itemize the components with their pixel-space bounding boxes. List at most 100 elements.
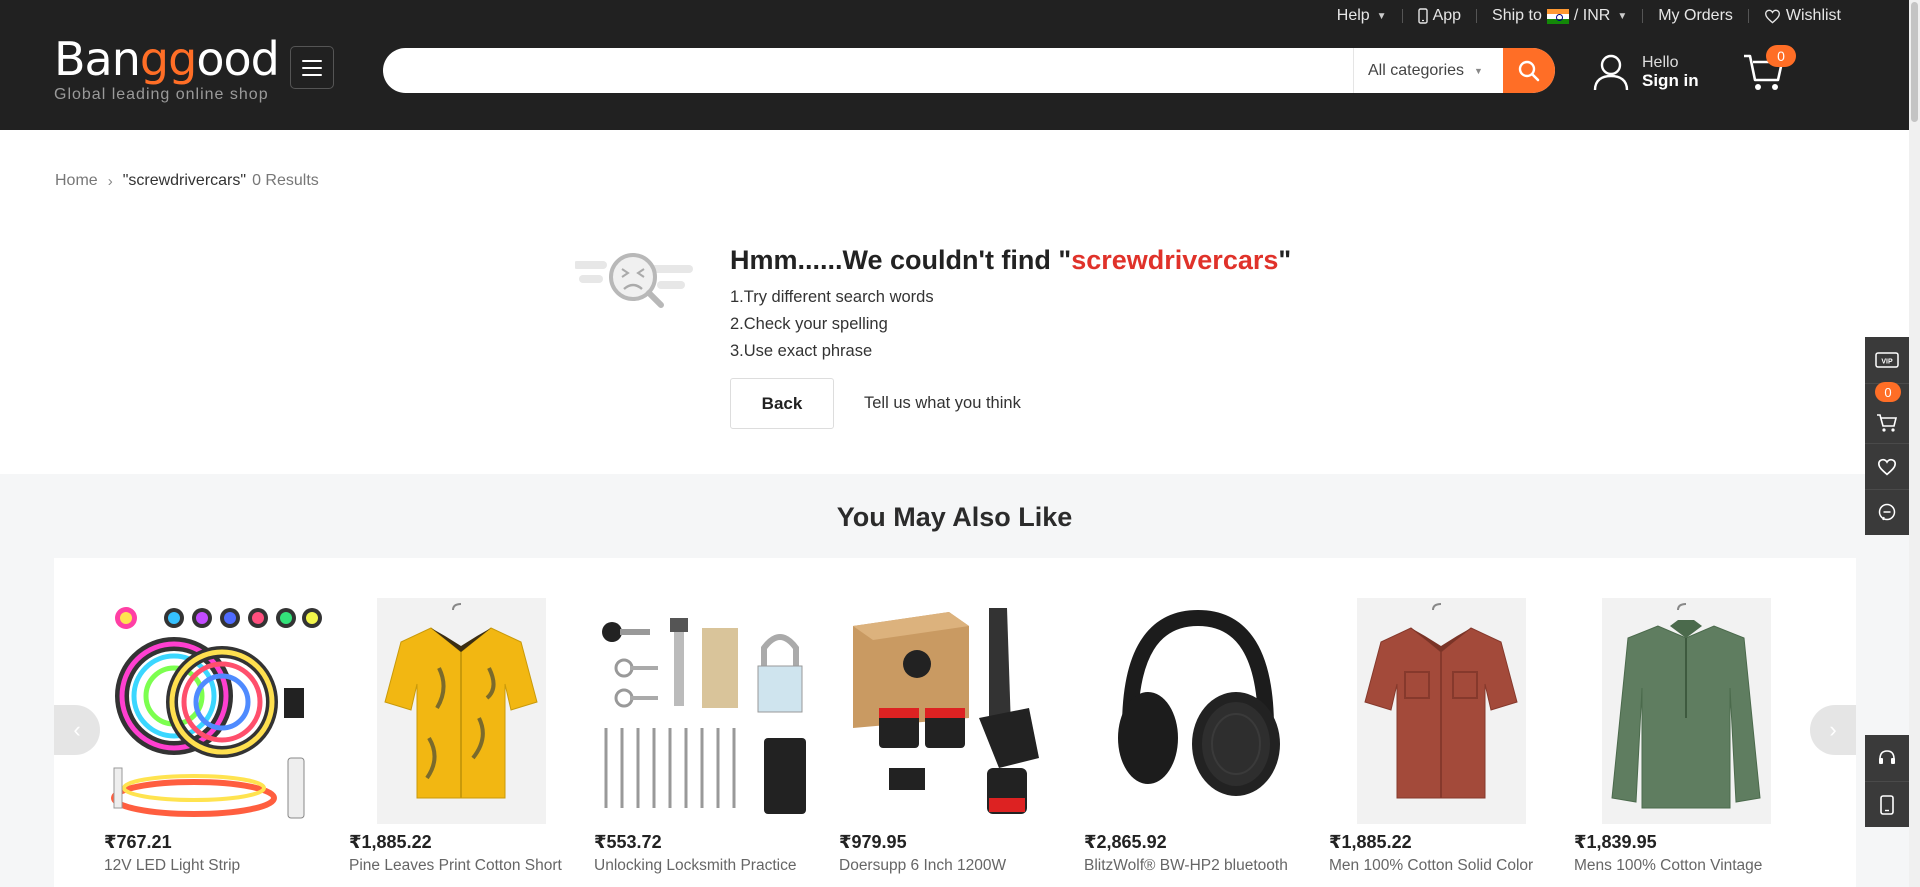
search-tip: 3.Use exact phrase [730,342,873,360]
site-header: Help ▼ App Ship to / INR ▼ My Orders Wis… [0,0,1909,130]
wishlist-link[interactable]: Wishlist [1764,7,1841,25]
floating-support-bar [1865,735,1909,827]
product-name: Mens 100% Cotton Vintage [1574,857,1763,874]
recommendations-title: You May Also Like [836,502,1073,532]
search-results-section: Home › "screwdrivercars" 0 Results Hmm..… [0,130,1909,474]
sidebar-cart-count: 0 [1875,382,1901,402]
top-utility-bar: Help ▼ App Ship to / INR ▼ My Orders Wis… [1337,5,1841,27]
breadcrumb-home[interactable]: Home [55,172,98,190]
sign-in-label: Sign in [1642,71,1699,90]
app-link[interactable]: App [1417,7,1462,25]
ship-to-label: Ship to [1492,7,1542,24]
hello-label: Hello [1642,54,1679,71]
product-name: Doersupp 6 Inch 1200W [839,857,1007,874]
caret-down-icon: ▼ [1376,10,1387,22]
product-price: ₹2,865.92 [1084,832,1167,852]
headset-icon [1879,750,1895,764]
help-menu[interactable]: Help ▼ [1337,7,1387,25]
logo-tagline: Global leading online shop [54,86,269,103]
cart-button[interactable]: 0 [1742,45,1796,99]
chevron-right-icon: › [107,172,113,190]
category-dropdown[interactable]: All categories ▼ [1353,48,1503,93]
product-card[interactable]: ₹767.21 12V LED Light Strip [104,598,324,875]
user-icon [1593,54,1629,91]
caret-down-icon: ▼ [1617,10,1628,22]
breadcrumb-query: "screwdrivercars" [122,172,247,189]
product-name: Unlocking Locksmith Practice [594,857,797,874]
india-flag-icon [1546,8,1569,24]
vip-icon: VIP [1875,352,1899,368]
product-card[interactable]: ₹1,885.22 Pine Leaves Print Cotton Short [349,598,569,875]
vip-button[interactable]: VIP [1865,337,1909,383]
product-price: ₹1,885.22 [1329,832,1412,852]
product-image [594,598,814,824]
product-name: Men 100% Cotton Solid Color [1329,857,1534,874]
search-tip: 2.Check your spelling [730,315,888,333]
phone-icon [1417,8,1428,24]
scrollbar-thumb[interactable] [1911,2,1918,122]
product-card[interactable]: ₹2,865.92 BlitzWolf® BW-HP2 bluetooth [1084,598,1304,875]
wishlist-label: Wishlist [1785,7,1841,24]
app-download-button[interactable] [1865,781,1909,827]
app-label: App [1432,7,1462,24]
feedback-link[interactable]: Tell us what you think [864,394,1021,413]
help-label: Help [1336,7,1370,24]
product-name: BlitzWolf® BW-HP2 bluetooth [1084,857,1288,874]
product-price: ₹979.95 [839,832,907,852]
currency-label: / INR [1573,7,1611,24]
product-price: ₹553.72 [594,832,662,852]
cart-count-badge: 0 [1766,45,1796,67]
product-price: ₹1,885.22 [349,832,432,852]
search-keyword: screwdrivercars [1071,245,1279,275]
search-tip: 1.Try different search words [730,288,934,306]
svg-text:VIP: VIP [1881,359,1893,366]
product-card[interactable]: ₹1,839.95 Mens 100% Cotton Vintage [1574,598,1794,875]
product-card[interactable]: ₹553.72 Unlocking Locksmith Practice [594,598,814,875]
search-button[interactable] [1503,48,1555,93]
product-image [1084,598,1304,824]
page-scrollbar[interactable] [1909,0,1920,887]
product-image [1574,598,1794,824]
chat-icon [1878,503,1896,520]
sidebar-message-button[interactable] [1865,489,1909,535]
customer-service-button[interactable] [1865,735,1909,781]
not-found-message: Hmm......We couldn't find "screwdriverca… [730,245,1291,429]
back-button[interactable]: Back [730,378,834,429]
product-card[interactable]: ₹979.95 Doersupp 6 Inch 1200W [839,598,1059,875]
carousel-next-button[interactable]: › [1810,705,1856,755]
ship-to-selector[interactable]: Ship to / INR ▼ [1492,7,1627,25]
no-results-magnifier-icon [575,253,693,308]
search-bar: All categories ▼ [383,48,1555,93]
chevron-right-icon: › [1829,717,1837,742]
heart-icon [1764,9,1780,24]
product-image [104,598,324,824]
account-sign-in[interactable]: Hello Sign in [1592,52,1699,92]
chevron-left-icon: ‹ [73,717,81,742]
my-orders-label: My Orders [1658,7,1733,24]
heart-icon [1877,458,1897,475]
cart-icon [1877,413,1898,432]
product-name: 12V LED Light Strip [104,857,241,874]
sidebar-cart-button[interactable]: 0 [1865,382,1909,443]
my-orders-link[interactable]: My Orders [1658,7,1733,25]
search-tips: 1.Try different search words 2.Check you… [730,284,1291,365]
breadcrumb-result-count: 0 Results [252,172,319,189]
product-price: ₹767.21 [104,832,172,852]
product-image [839,598,1059,824]
search-icon [1518,60,1540,81]
recommendations-carousel: ₹767.21 12V LED Light Strip ₹1,885.22 Pi… [54,558,1856,887]
category-label: All categories [1368,61,1465,79]
sidebar-wishlist-button[interactable] [1865,443,1909,489]
hamburger-menu-button[interactable] [290,46,334,89]
product-image [349,598,569,824]
product-name: Pine Leaves Print Cotton Short [349,857,562,874]
search-input[interactable] [383,48,1353,93]
banggood-logo[interactable]: Banggood Global leading online shop [54,36,284,104]
hamburger-icon [302,59,322,62]
logo-wordmark: Banggood [54,32,280,86]
phone-icon [1880,794,1894,815]
product-card[interactable]: ₹1,885.22 Men 100% Cotton Solid Color [1329,598,1549,875]
breadcrumb: Home › "screwdrivercars" 0 Results [55,172,319,190]
product-image [1329,598,1549,824]
caret-down-icon: ▼ [1474,65,1483,76]
